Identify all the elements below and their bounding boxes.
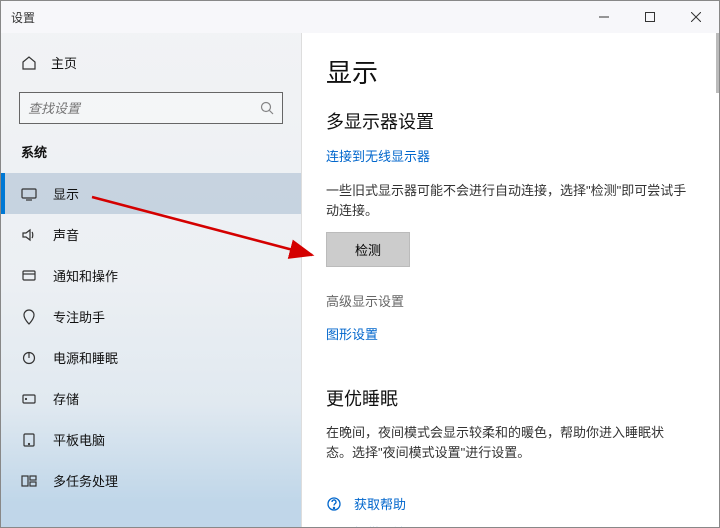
home-link[interactable]: 主页 [1,45,301,80]
feedback-link[interactable]: 提供反馈 [326,523,689,527]
display-icon [21,186,37,202]
close-button[interactable] [673,1,719,33]
nav-label: 显示 [53,184,79,203]
tablet-icon [21,432,37,448]
nav-label: 存储 [53,389,79,408]
settings-window: 设置 主页 [0,0,720,528]
nav-label: 电源和睡眠 [53,348,118,367]
nav-item-sound[interactable]: 声音 [1,214,301,255]
titlebar: 设置 [1,1,719,33]
nav-item-multitask[interactable]: 多任务处理 [1,460,301,501]
detect-button[interactable]: 检测 [326,232,410,267]
nav-label: 平板电脑 [53,430,105,449]
page-title: 显示 [326,53,689,90]
search-box[interactable] [19,92,283,124]
nav-item-tablet[interactable]: 平板电脑 [1,419,301,460]
content-area: 主页 系统 显示 [1,33,719,527]
link-graphics-settings[interactable]: 图形设置 [326,324,689,343]
sound-icon [21,227,37,243]
nav-item-notifications[interactable]: 通知和操作 [1,255,301,296]
maximize-button[interactable] [627,1,673,33]
scrollbar-thumb[interactable] [716,33,719,93]
link-wireless-display[interactable]: 连接到无线显示器 [326,146,689,165]
category-label: 系统 [1,142,301,173]
help-icon [326,496,342,512]
multitask-icon [21,473,37,489]
nav-item-storage[interactable]: 存储 [1,378,301,419]
section-multidisplay-title: 多显示器设置 [326,108,689,134]
window-title: 设置 [11,9,35,26]
nav-label: 多任务处理 [53,471,118,490]
feedback-icon [326,525,342,528]
minimize-button[interactable] [581,1,627,33]
sidebar: 主页 系统 显示 [1,33,301,527]
nav-item-display[interactable]: 显示 [1,173,301,214]
home-icon [21,55,37,71]
search-input[interactable] [28,101,260,116]
nav-item-focus[interactable]: 专注助手 [1,296,301,337]
home-label: 主页 [51,53,77,72]
advanced-display-link[interactable]: 高级显示设置 [326,291,689,310]
section-sleep-title: 更优睡眠 [326,385,689,411]
nav-label: 通知和操作 [53,266,118,285]
power-icon [21,350,37,366]
storage-icon [21,391,37,407]
nav-item-power[interactable]: 电源和睡眠 [1,337,301,378]
nav-label: 声音 [53,225,79,244]
get-help-label: 获取帮助 [354,494,406,513]
sleep-description: 在晚间，夜间模式会显示较柔和的暖色，帮助你进入睡眠状态。选择"夜间模式设置"进行… [326,423,689,462]
get-help-link[interactable]: 获取帮助 [326,494,689,513]
feedback-label: 提供反馈 [354,523,406,527]
main-panel: 显示 多显示器设置 连接到无线显示器 一些旧式显示器可能不会进行自动连接，选择"… [301,33,719,527]
nav-label: 专注助手 [53,307,105,326]
detect-description: 一些旧式显示器可能不会进行自动连接，选择"检测"即可尝试手动连接。 [326,181,689,220]
window-controls [581,1,719,33]
search-icon [260,101,274,115]
notification-icon [21,268,37,284]
focus-icon [21,309,37,325]
